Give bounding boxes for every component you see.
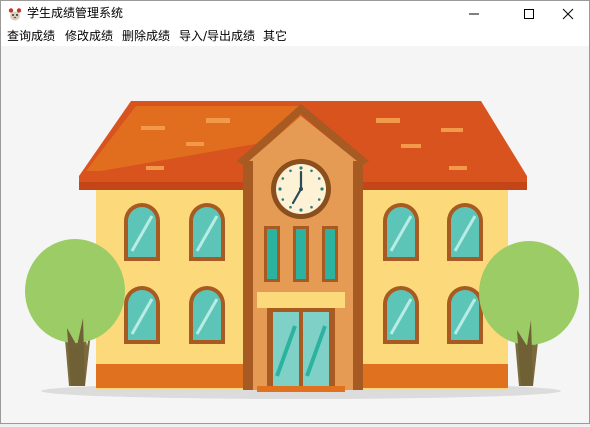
app-window: 学生成绩管理系统 查询成绩 修改成绩 删除成绩 导入/导出成绩 其它 — [0, 0, 590, 424]
maximize-icon — [524, 8, 534, 19]
tower-left-pillar — [243, 156, 253, 390]
school-building-illustration — [25, 101, 579, 399]
roof-tile — [141, 126, 165, 130]
right-base-band — [358, 364, 508, 388]
close-button[interactable] — [545, 1, 590, 26]
menu-query-scores[interactable]: 查询成绩 — [7, 28, 55, 44]
menu-modify-scores[interactable]: 修改成绩 — [65, 28, 113, 44]
roof-tile — [206, 118, 230, 123]
main-content — [1, 46, 589, 423]
entrance-step — [257, 386, 345, 392]
menu-other[interactable]: 其它 — [263, 28, 287, 44]
roof-tile — [146, 166, 164, 170]
tower-windows — [264, 226, 338, 282]
window-title: 学生成绩管理系统 — [27, 6, 124, 20]
tower-right-pillar — [353, 156, 363, 390]
roof-tile — [376, 118, 400, 123]
minimize-button[interactable] — [451, 1, 497, 26]
left-base-band — [96, 364, 246, 388]
close-icon — [562, 8, 574, 19]
minimize-icon — [469, 13, 479, 14]
menu-import-export-scores[interactable]: 导入/导出成绩 — [179, 28, 255, 44]
roof-tile — [441, 128, 463, 132]
roof-tile — [449, 166, 467, 170]
cartoon-mascot-icon — [8, 8, 22, 21]
entrance-lintel — [257, 292, 345, 308]
roof-tile — [186, 142, 204, 146]
menu-bar: 查询成绩 修改成绩 删除成绩 导入/导出成绩 其它 — [1, 26, 589, 46]
roof-tile — [401, 144, 421, 148]
menu-delete-scores[interactable]: 删除成绩 — [122, 28, 170, 44]
title-bar[interactable]: 学生成绩管理系统 — [1, 1, 589, 26]
